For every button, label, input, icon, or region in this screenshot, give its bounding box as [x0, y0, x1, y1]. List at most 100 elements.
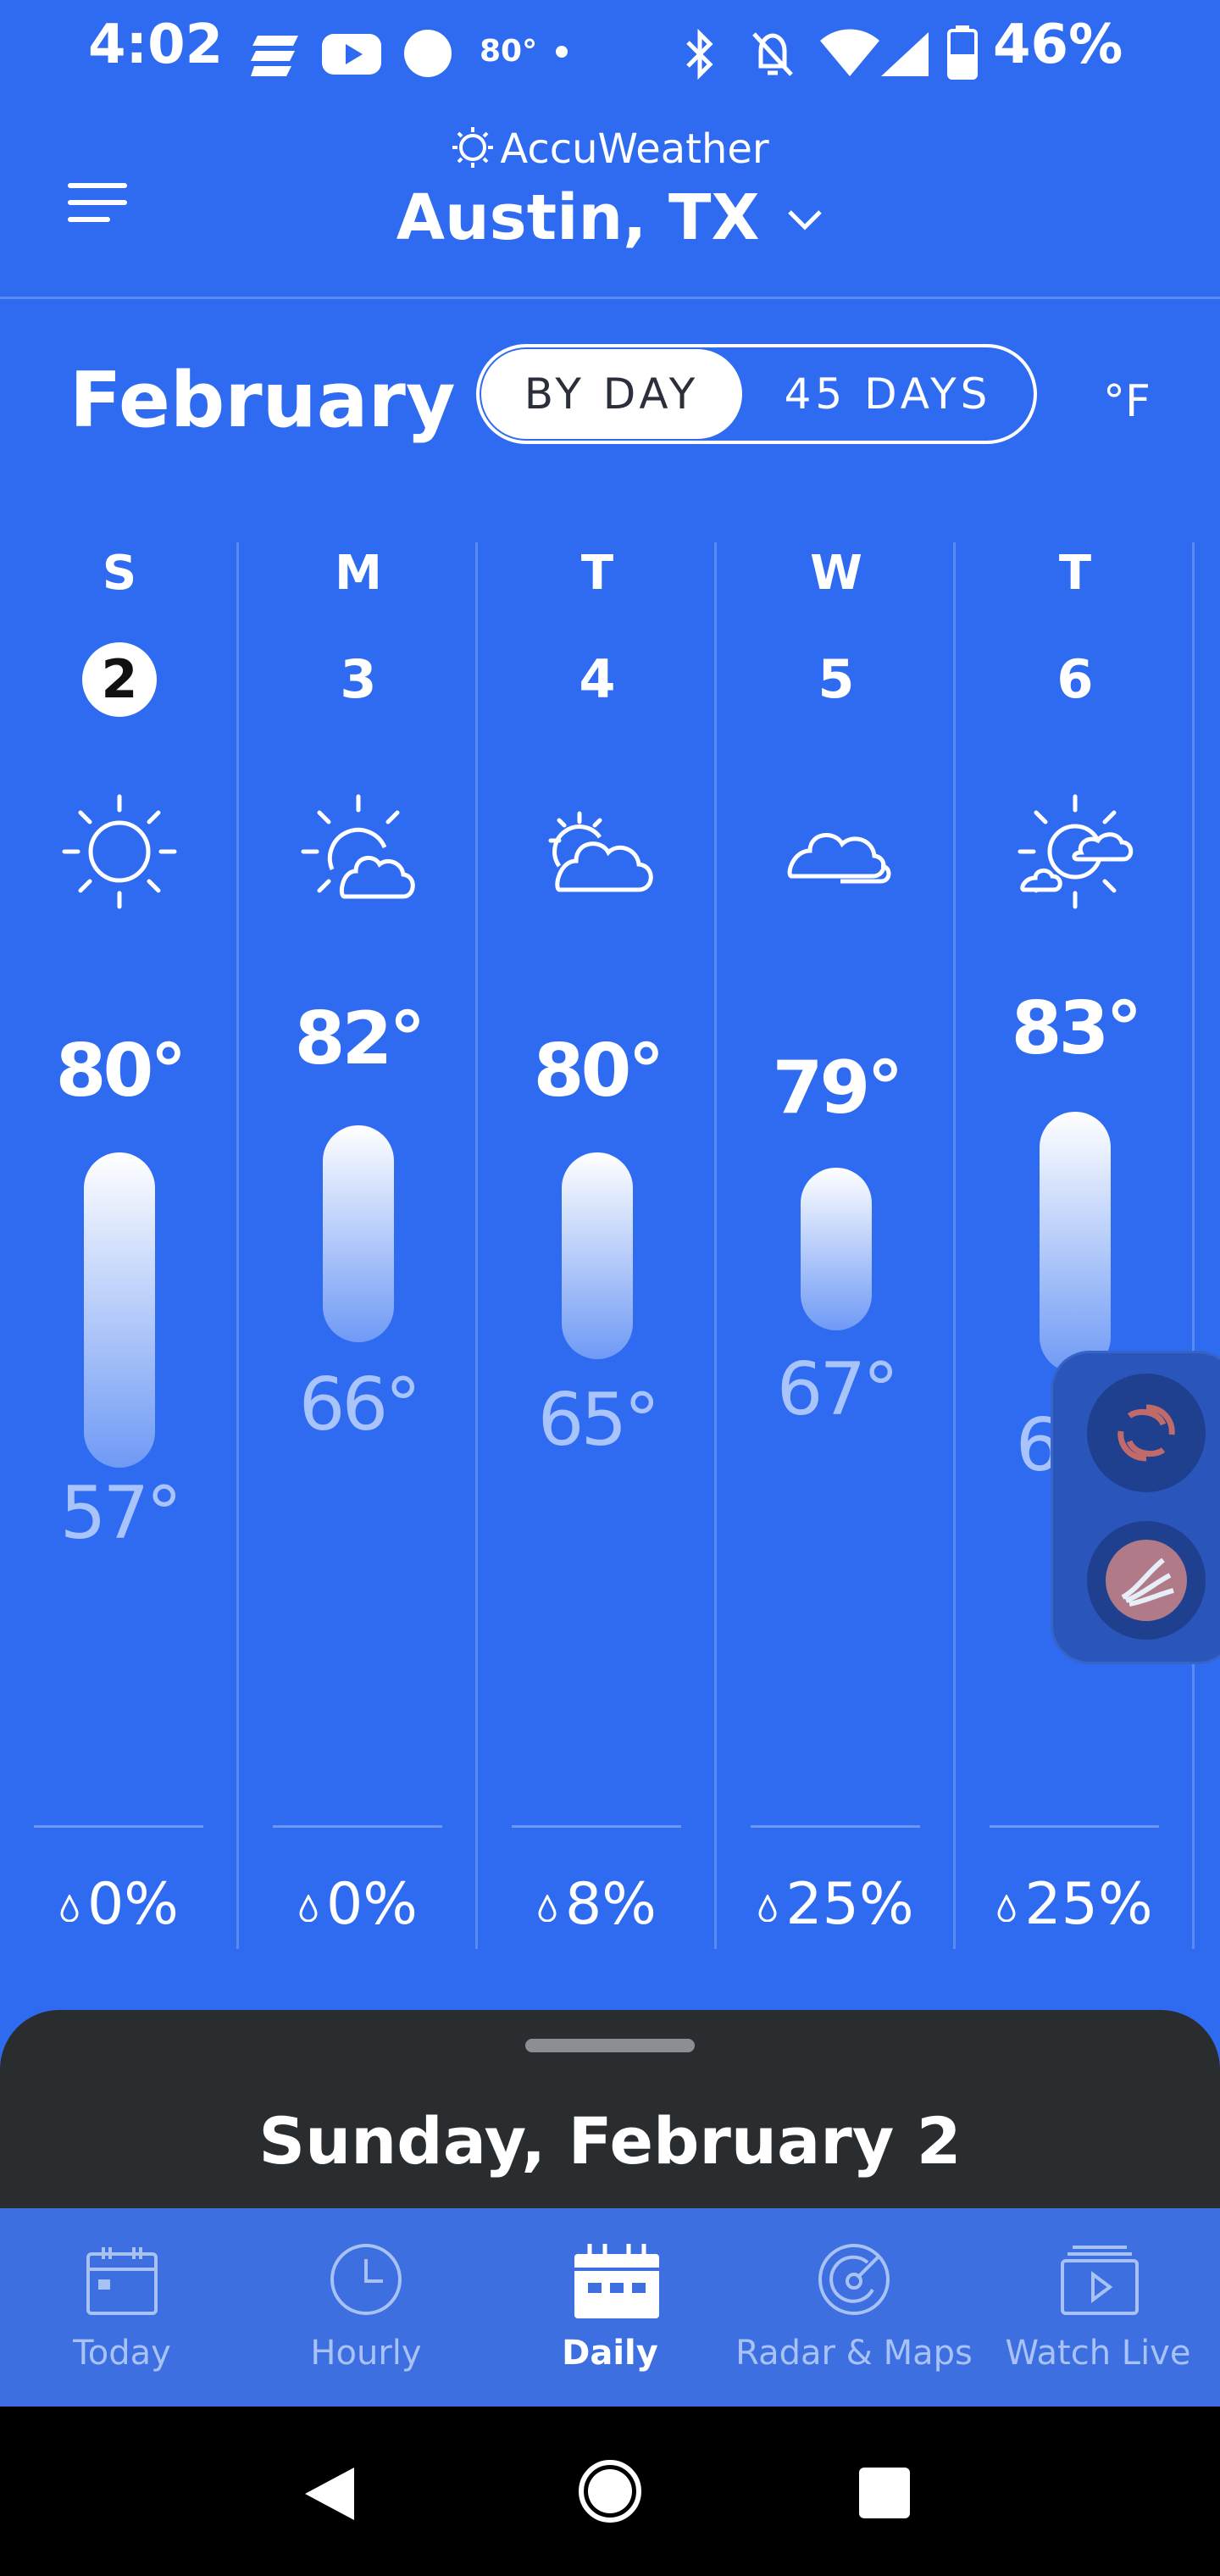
precip-value: 25% [785, 1871, 914, 1938]
nav-label: Hourly [310, 2334, 422, 2373]
day-of-week: T [1058, 546, 1092, 601]
cloudy-icon [787, 833, 891, 884]
precip-chance: 0% [239, 1871, 478, 1938]
precip-chance: 0% [0, 1871, 239, 1938]
precip-chance: 25% [956, 1871, 1195, 1938]
temp-range-bar [801, 1168, 872, 1330]
splash-icon [1106, 1540, 1187, 1621]
raindrop-icon [538, 1895, 557, 1922]
precip-chance: 8% [478, 1871, 717, 1938]
day-column[interactable]: T 4 80° 65° 8% [478, 542, 717, 1949]
precip-value: 25% [1024, 1871, 1153, 1938]
day-date: 6 [1056, 648, 1094, 710]
floating-bubble-panel[interactable] [1051, 1351, 1220, 1664]
raindrop-icon [60, 1895, 79, 1922]
low-temp: 66° [298, 1363, 421, 1447]
partly-sunny-showers-icon [1018, 794, 1134, 909]
nav-label: Radar & Maps [735, 2334, 973, 2373]
wifi-icon [820, 29, 879, 76]
precip-divider [273, 1825, 442, 1828]
brand-logo: AccuWeather [0, 125, 1220, 173]
header-divider [0, 297, 1220, 299]
chevron-down-icon [788, 210, 823, 230]
precip-value: 8% [565, 1871, 657, 1938]
nav-today[interactable]: Today [0, 2208, 244, 2407]
high-temp: 80° [533, 1029, 665, 1113]
mostly-sunny-icon [301, 794, 415, 899]
news-icon [251, 36, 298, 76]
sun-logo-icon [452, 127, 494, 168]
day-column[interactable]: W 5 79° 67° 25% [717, 542, 956, 1949]
sheet-drag-handle[interactable] [525, 2039, 695, 2052]
radar-icon [818, 2244, 890, 2315]
swirl-icon [1117, 1404, 1175, 1462]
low-temp: 67° [776, 1347, 899, 1432]
location-selector[interactable]: Austin, TX [0, 181, 1220, 254]
battery-percent: 46% [993, 14, 1123, 76]
nav-daily[interactable]: Daily [488, 2208, 732, 2407]
floating-app-bubble-2[interactable] [1087, 1521, 1206, 1640]
precip-chance: 25% [717, 1871, 956, 1938]
toggle-45-days[interactable]: 45 DAYS [744, 349, 1032, 439]
nav-watch-live[interactable]: Watch Live [976, 2208, 1220, 2407]
high-temp: 79° [772, 1046, 904, 1130]
unit-toggle[interactable]: °F [1103, 376, 1151, 427]
temp-range-bar [562, 1152, 633, 1359]
location-name: Austin, TX [396, 181, 760, 254]
raindrop-icon [758, 1895, 777, 1922]
high-temp: 80° [55, 1029, 187, 1113]
battery-icon [947, 25, 978, 80]
recents-icon[interactable] [857, 2466, 912, 2520]
high-temp: 82° [294, 997, 426, 1081]
precip-divider [751, 1825, 920, 1828]
clock-icon [330, 2244, 402, 2315]
raindrop-icon [997, 1895, 1016, 1922]
precip-divider [512, 1825, 681, 1828]
signal-icon [881, 32, 929, 76]
day-date: 2 [82, 642, 157, 717]
floating-app-bubble-1[interactable] [1087, 1374, 1206, 1492]
tv-play-icon [1061, 2246, 1139, 2315]
temp-range-bar [84, 1152, 155, 1468]
day-column[interactable]: T683°64°25% [956, 542, 1195, 1949]
day-date: 3 [340, 648, 377, 710]
precip-divider [990, 1825, 1159, 1828]
nav-hourly[interactable]: Hourly [244, 2208, 488, 2407]
status-time: 4:02 [88, 14, 224, 76]
calendar-today-icon [86, 2247, 158, 2315]
day-date: 5 [818, 648, 855, 710]
day-column[interactable]: S 2 80° 57° 0% [0, 542, 239, 1949]
low-temp: 65° [537, 1378, 660, 1463]
dot-icon [556, 46, 568, 58]
precip-value: 0% [87, 1871, 179, 1938]
nav-label: Daily [562, 2334, 658, 2373]
nav-label: Watch Live [1005, 2334, 1191, 2373]
youtube-icon [322, 34, 381, 75]
home-icon[interactable] [576, 2457, 644, 2525]
month-title: February [69, 356, 456, 445]
bottom-nav: Today Hourly Daily Radar & Maps Watch Li… [0, 2208, 1220, 2407]
day-of-week: S [102, 546, 137, 601]
partly-sunny-icon [548, 811, 653, 892]
day-of-week: M [335, 546, 382, 601]
view-toggle[interactable]: BY DAY 45 DAYS [476, 344, 1037, 444]
status-bar: 4:02 80° 46% [0, 0, 1220, 102]
day-of-week: T [580, 546, 614, 601]
nav-radar-maps[interactable]: Radar & Maps [732, 2208, 976, 2407]
calendar-daily-icon [574, 2244, 659, 2318]
back-icon[interactable] [303, 2466, 356, 2522]
toggle-by-day[interactable]: BY DAY [481, 349, 742, 439]
precip-divider [34, 1825, 203, 1828]
day-date: 4 [579, 648, 616, 710]
circle-icon [404, 30, 452, 77]
day-column[interactable]: M 3 82° 66° 0% [239, 542, 478, 1949]
brand-name: AccuWeather [500, 125, 769, 173]
temp-range-bar [1040, 1112, 1111, 1373]
low-temp: 57° [59, 1471, 182, 1556]
status-temp: 80° [480, 34, 538, 69]
column-divider [1192, 542, 1195, 1949]
high-temp: 83° [1011, 986, 1143, 1071]
sheet-title: Sunday, February 2 [258, 2103, 962, 2179]
nav-label: Today [73, 2334, 171, 2373]
bell-off-icon [752, 32, 793, 76]
